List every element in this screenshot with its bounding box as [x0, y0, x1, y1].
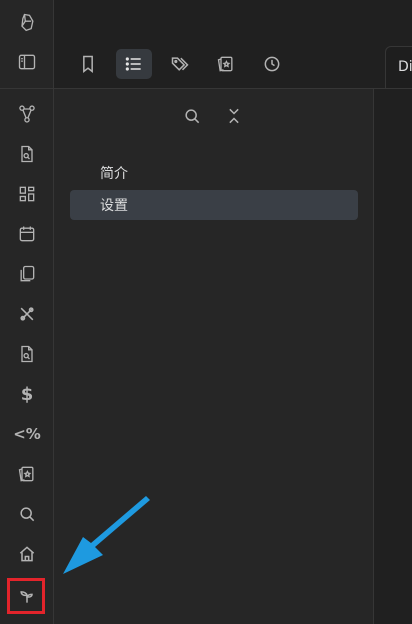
- list-icon[interactable]: [116, 49, 152, 79]
- editor-area: [375, 89, 412, 624]
- editor-tab-label: Di: [398, 59, 412, 75]
- editor-tab[interactable]: Di: [385, 46, 412, 88]
- collapse-icon[interactable]: [222, 104, 246, 128]
- outline-item-intro[interactable]: 简介: [70, 158, 358, 188]
- file-search-icon[interactable]: [7, 338, 47, 370]
- tags-icon[interactable]: [162, 49, 198, 79]
- bookmark-icon[interactable]: [70, 49, 106, 79]
- card-icon[interactable]: [7, 458, 47, 490]
- tools-icon[interactable]: [7, 298, 47, 330]
- search-icon[interactable]: [180, 104, 204, 128]
- annotation-arrow: [63, 496, 150, 574]
- logo-icon[interactable]: [7, 6, 47, 38]
- copy-icon[interactable]: [7, 258, 47, 290]
- dollar-icon[interactable]: $: [7, 378, 47, 410]
- percent-glyph: <%: [13, 425, 41, 443]
- sidebar-toggle-icon[interactable]: [7, 46, 47, 78]
- sidebar-tab-bar: [54, 40, 374, 88]
- calendar-icon[interactable]: [7, 218, 47, 250]
- percent-icon[interactable]: <%: [7, 418, 47, 450]
- home-icon[interactable]: [7, 538, 47, 570]
- dollar-glyph: $: [20, 383, 34, 405]
- panel-toolbar: [180, 104, 246, 128]
- graph-view-icon[interactable]: [7, 98, 47, 130]
- highlight-box: [7, 578, 45, 614]
- outline-item-label: 设置: [100, 198, 128, 214]
- outline-item-label: 简介: [100, 166, 128, 182]
- search-icon[interactable]: [7, 498, 47, 530]
- cards-icon[interactable]: [208, 49, 244, 79]
- clock-icon[interactable]: [254, 49, 290, 79]
- outline-item-settings[interactable]: 设置: [70, 190, 358, 220]
- search-file-icon[interactable]: [7, 138, 47, 170]
- grid-icon[interactable]: [7, 178, 47, 210]
- left-ribbon: $ <%: [0, 0, 54, 624]
